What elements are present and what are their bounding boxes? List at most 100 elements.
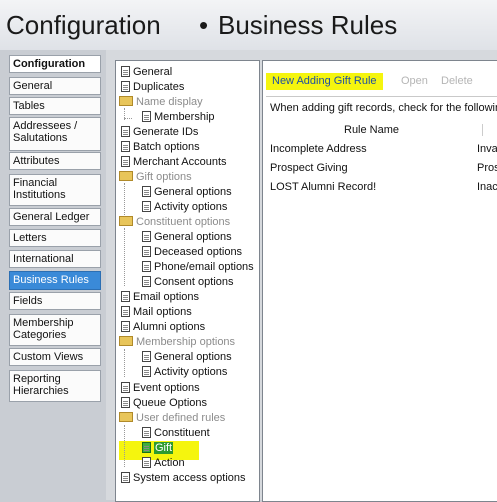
nav-configuration[interactable]: Configuration bbox=[9, 55, 101, 73]
tree-node-label: Name display bbox=[136, 96, 203, 108]
tree-node-label: General bbox=[133, 66, 173, 78]
tree-node-gift-activity-options[interactable]: Activity options bbox=[142, 201, 227, 214]
tree-node-system-access-options[interactable]: System access options bbox=[121, 472, 246, 485]
document-icon bbox=[142, 201, 151, 212]
tree-node-event-options[interactable]: Event options bbox=[121, 382, 200, 395]
table-cell: Inva bbox=[477, 143, 497, 155]
tree-node-label: Duplicates bbox=[133, 81, 185, 93]
tree-node-constituent[interactable]: Constituent bbox=[142, 427, 210, 440]
tree-node-gift-options[interactable]: Gift options bbox=[119, 171, 192, 184]
nav-reporting-hierarchies[interactable]: Reporting Hierarchies bbox=[9, 370, 101, 402]
tree-node-label: Email options bbox=[133, 291, 200, 303]
tree-node-alumni-options[interactable]: Alumni options bbox=[121, 321, 205, 334]
tree-node-label: General options bbox=[154, 186, 232, 198]
tree-node-batch-options[interactable]: Batch options bbox=[121, 141, 200, 154]
table-cell: Inac bbox=[477, 181, 497, 193]
tree-node-label: Membership options bbox=[136, 336, 236, 348]
tree-node-label: System access options bbox=[133, 472, 246, 484]
tree-node-user-defined-rules[interactable]: User defined rules bbox=[119, 412, 225, 425]
tree-node-merchant-accounts[interactable]: Merchant Accounts bbox=[121, 156, 227, 169]
nav-letters[interactable]: Letters bbox=[9, 229, 101, 247]
tree-node-constituent-general-options[interactable]: General options bbox=[142, 231, 232, 244]
document-icon bbox=[121, 306, 130, 317]
tree-node-email-options[interactable]: Email options bbox=[121, 291, 199, 304]
nav-general[interactable]: General bbox=[9, 77, 101, 95]
document-icon bbox=[121, 472, 130, 483]
nav-addressees-salutations[interactable]: Addressees / Salutations bbox=[9, 117, 101, 151]
document-icon bbox=[142, 351, 151, 362]
tree-node-label: Generate IDs bbox=[133, 126, 199, 138]
document-icon bbox=[142, 457, 151, 468]
tree-node-label: Alumni options bbox=[133, 321, 206, 333]
tree-node-general[interactable]: General bbox=[121, 66, 172, 79]
tree-node-label: Deceased options bbox=[154, 246, 243, 258]
tree-node-label: Constituent options bbox=[136, 216, 231, 228]
page-subtitle: Business Rules bbox=[218, 10, 398, 40]
tree-node-generate-ids[interactable]: Generate IDs bbox=[121, 126, 198, 139]
tree-node-label: Merchant Accounts bbox=[133, 156, 227, 168]
tree-connector bbox=[124, 118, 132, 119]
document-icon bbox=[142, 261, 151, 272]
rules-description: When adding gift records, check for the … bbox=[270, 102, 497, 114]
title-bar: Configuration • Business Rules bbox=[0, 0, 497, 50]
tree-node-label: Activity options bbox=[154, 366, 228, 378]
tree-node-label: User defined rules bbox=[136, 412, 226, 424]
document-icon bbox=[121, 81, 130, 92]
nav-financial-institutions[interactable]: Financial Institutions bbox=[9, 174, 101, 206]
open-button[interactable]: Open bbox=[401, 75, 428, 87]
document-icon bbox=[121, 156, 130, 167]
document-icon bbox=[142, 231, 151, 242]
nav-custom-views[interactable]: Custom Views bbox=[9, 348, 101, 366]
nav-tables[interactable]: Tables bbox=[9, 97, 101, 115]
tree-node-action[interactable]: Action bbox=[142, 457, 185, 470]
tree-node-label: Gift bbox=[154, 442, 174, 454]
tree-node-membership-general-options[interactable]: General options bbox=[142, 351, 232, 364]
tree-node-membership[interactable]: Membership bbox=[142, 111, 215, 124]
left-navigation: Configuration General Tables Addressees … bbox=[9, 55, 103, 500]
nav-general-ledger[interactable]: General Ledger bbox=[9, 208, 101, 226]
column-header-rule-name[interactable]: Rule Name bbox=[344, 124, 399, 136]
tree-node-label: General options bbox=[154, 231, 232, 243]
document-icon bbox=[142, 186, 151, 197]
nav-membership-categories[interactable]: Membership Categories bbox=[9, 314, 101, 346]
column-header-divider bbox=[482, 124, 493, 136]
tree-node-constituent-options[interactable]: Constituent options bbox=[119, 216, 230, 229]
tree-node-label: Phone/email options bbox=[154, 261, 254, 273]
delete-button[interactable]: Delete bbox=[441, 75, 473, 87]
table-cell: Pros bbox=[477, 162, 497, 174]
document-icon bbox=[121, 126, 130, 137]
rules-toolbar: New Adding Gift Rule Open Delete bbox=[263, 72, 497, 92]
tree-connector bbox=[124, 228, 125, 286]
tree-node-gift[interactable]: Gift bbox=[142, 442, 174, 455]
tree-node-deceased-options[interactable]: Deceased options bbox=[142, 246, 242, 259]
nav-fields[interactable]: Fields bbox=[9, 292, 101, 310]
tree-node-queue-options[interactable]: Queue Options bbox=[121, 397, 207, 410]
tree-node-label: Consent options bbox=[154, 276, 234, 288]
table-row[interactable]: LOST Alumni Record! bbox=[270, 181, 376, 193]
nav-attributes[interactable]: Attributes bbox=[9, 152, 101, 170]
tree-node-label: Action bbox=[154, 457, 185, 469]
tree-node-duplicates[interactable]: Duplicates bbox=[121, 81, 184, 94]
new-rule-button[interactable]: New Adding Gift Rule bbox=[266, 73, 383, 90]
document-icon bbox=[142, 427, 151, 438]
nav-international[interactable]: International bbox=[9, 250, 101, 268]
tree-node-name-display[interactable]: Name display bbox=[119, 96, 203, 109]
table-row[interactable]: Prospect Giving bbox=[270, 162, 348, 174]
tree-node-label: Gift options bbox=[136, 171, 192, 183]
tree-node-gift-general-options[interactable]: General options bbox=[142, 186, 232, 199]
tree-node-label: Activity options bbox=[154, 201, 228, 213]
tree-node-label: Queue Options bbox=[133, 397, 207, 409]
tree-node-phone-email-options[interactable]: Phone/email options bbox=[142, 261, 254, 274]
tree-node-membership-options[interactable]: Membership options bbox=[119, 336, 235, 349]
tree-node-label: General options bbox=[154, 351, 232, 363]
document-icon bbox=[121, 382, 130, 393]
tree-node-label: Event options bbox=[133, 382, 200, 394]
folder-icon bbox=[119, 336, 133, 346]
tree-node-label: Constituent bbox=[154, 427, 210, 439]
tree-node-label: Membership bbox=[154, 111, 215, 123]
table-row[interactable]: Incomplete Address bbox=[270, 143, 367, 155]
tree-node-membership-activity-options[interactable]: Activity options bbox=[142, 366, 227, 379]
nav-business-rules[interactable]: Business Rules bbox=[9, 271, 101, 290]
tree-node-mail-options[interactable]: Mail options bbox=[121, 306, 192, 319]
tree-node-consent-options[interactable]: Consent options bbox=[142, 276, 234, 289]
